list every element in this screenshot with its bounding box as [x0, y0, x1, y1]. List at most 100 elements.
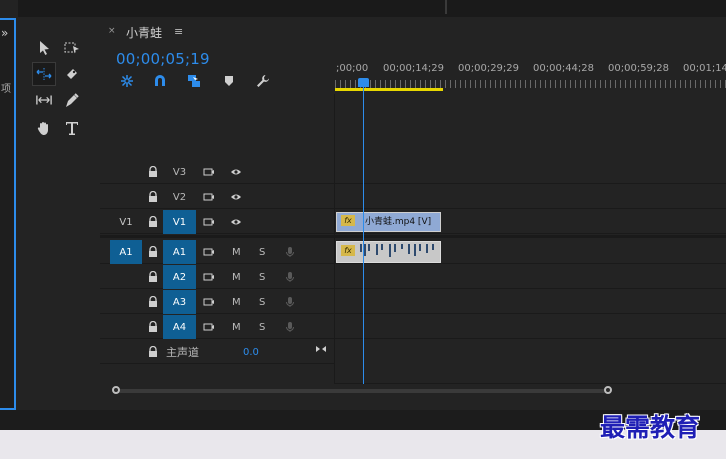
type-tool-icon[interactable] [62, 118, 82, 138]
top-panel-strip [0, 0, 726, 17]
linked-selection-icon[interactable] [187, 74, 201, 88]
microphone-icon[interactable] [283, 245, 297, 259]
sync-lock-icon[interactable] [202, 295, 216, 309]
fx-badge: fx [341, 245, 355, 256]
ruler-label: 00;00;59;28 [608, 63, 670, 74]
eye-icon[interactable] [229, 215, 243, 229]
timeline-settings-wrench-icon[interactable] [256, 74, 270, 88]
fx-badge: fx [341, 215, 355, 226]
mute-button[interactable]: M [232, 240, 241, 264]
track-name[interactable]: A2 [163, 265, 196, 289]
track-lane-a2[interactable] [335, 265, 726, 289]
microphone-icon[interactable] [283, 320, 297, 334]
work-area-bar[interactable] [335, 88, 443, 91]
top-left-corner [0, 0, 18, 17]
source-patch[interactable]: A1 [110, 240, 142, 264]
zoom-scrollbar[interactable] [113, 389, 611, 393]
solo-button[interactable]: S [259, 315, 265, 339]
solo-button[interactable]: S [259, 240, 265, 264]
scroll-area [100, 384, 726, 408]
master-volume-value[interactable]: 0.0 [243, 340, 259, 364]
add-marker-icon[interactable] [223, 75, 235, 87]
track-lane-v3[interactable] [335, 160, 726, 184]
track-header-v3[interactable]: V3 [100, 160, 334, 184]
sync-lock-icon[interactable] [202, 165, 216, 179]
ruler-label: 00;00;29;29 [458, 63, 520, 74]
master-lane[interactable] [335, 340, 726, 384]
lock-icon[interactable] [146, 215, 160, 229]
playhead-line[interactable] [363, 87, 364, 384]
sync-lock-icon[interactable] [202, 190, 216, 204]
snap-magnet-icon[interactable] [153, 74, 167, 88]
microphone-icon[interactable] [283, 295, 297, 309]
source-patch[interactable]: V1 [110, 210, 142, 234]
track-name[interactable]: V1 [163, 210, 196, 234]
mute-button[interactable]: M [232, 265, 241, 289]
lock-icon[interactable] [146, 295, 160, 309]
sync-lock-icon[interactable] [202, 270, 216, 284]
track-header-a3[interactable]: A3 M S [100, 290, 334, 314]
sequence-tab-title[interactable]: 小青蛙 [126, 24, 162, 41]
sync-lock-icon[interactable] [202, 215, 216, 229]
track-header-a2[interactable]: A2 M S [100, 265, 334, 289]
panel-label-fragment: 项 [1, 84, 11, 95]
lock-icon[interactable] [146, 320, 160, 334]
selection-tool-icon[interactable] [34, 38, 54, 58]
pen-tool-icon[interactable] [62, 90, 82, 110]
lock-icon[interactable] [146, 270, 160, 284]
track-name[interactable]: A3 [163, 290, 196, 314]
track-lane-v2[interactable] [335, 185, 726, 209]
playhead-timecode[interactable]: 00;00;05;19 [116, 50, 210, 68]
track-select-forward-icon[interactable] [62, 38, 82, 58]
av-separator [100, 235, 726, 238]
eye-icon[interactable] [229, 165, 243, 179]
project-panel-edge[interactable]: » 项 [0, 18, 16, 410]
track-lane-a3[interactable] [335, 290, 726, 314]
tab-menu-icon[interactable]: ≡ [174, 25, 183, 38]
track-name[interactable]: A4 [163, 315, 196, 339]
solo-button[interactable]: S [259, 290, 265, 314]
track-name[interactable]: V2 [163, 185, 196, 209]
audio-waveform [360, 244, 434, 257]
lock-icon[interactable] [146, 190, 160, 204]
microphone-icon[interactable] [283, 270, 297, 284]
mute-button[interactable]: M [232, 290, 241, 314]
panel-overflow-icon[interactable]: » [1, 26, 8, 40]
lock-icon[interactable] [146, 165, 160, 179]
lock-icon[interactable] [146, 345, 160, 359]
panel-divider [445, 0, 447, 14]
watermark-logo: 最需教育 [600, 413, 701, 442]
ruler-label: ;00;00 [336, 63, 369, 74]
track-header-a4[interactable]: A4 M S [100, 315, 334, 339]
ruler-label: 00;00;14;29 [383, 63, 445, 74]
track-name[interactable]: A1 [163, 240, 196, 264]
master-track-name: 主声道 [166, 346, 199, 359]
ruler-label: 00;01;14 [683, 63, 726, 74]
close-tab-icon[interactable]: × [108, 26, 116, 36]
razor-tool-icon[interactable] [62, 64, 82, 84]
playhead-handle[interactable] [358, 78, 369, 87]
sync-lock-icon[interactable] [202, 320, 216, 334]
track-lane-a4[interactable] [335, 315, 726, 339]
track-header-v1[interactable]: V1 V1 [100, 210, 334, 234]
audio-clip[interactable]: fx [336, 241, 441, 263]
track-header-a1[interactable]: A1 A1 M S [100, 240, 334, 264]
solo-button[interactable]: S [259, 265, 265, 289]
video-clip[interactable]: fx 小青蛙.mp4 [V] [336, 212, 441, 232]
nest-sequence-icon[interactable] [120, 74, 134, 88]
ripple-edit-tool-icon[interactable] [32, 62, 56, 86]
slip-tool-icon[interactable] [32, 90, 56, 110]
track-header-v2[interactable]: V2 [100, 185, 334, 209]
scroll-handle-left[interactable] [112, 386, 120, 394]
go-to-end-icon[interactable] [314, 342, 328, 356]
lock-icon[interactable] [146, 245, 160, 259]
ruler-ticks [335, 80, 726, 88]
scroll-handle-right[interactable] [604, 386, 612, 394]
eye-icon[interactable] [229, 190, 243, 204]
track-name[interactable]: V3 [163, 160, 196, 184]
mute-button[interactable]: M [232, 315, 241, 339]
video-clip-name: 小青蛙.mp4 [V] [365, 217, 432, 227]
track-header-master[interactable]: 主声道 0.0 [100, 340, 334, 364]
hand-tool-icon[interactable] [34, 118, 54, 138]
sync-lock-icon[interactable] [202, 245, 216, 259]
